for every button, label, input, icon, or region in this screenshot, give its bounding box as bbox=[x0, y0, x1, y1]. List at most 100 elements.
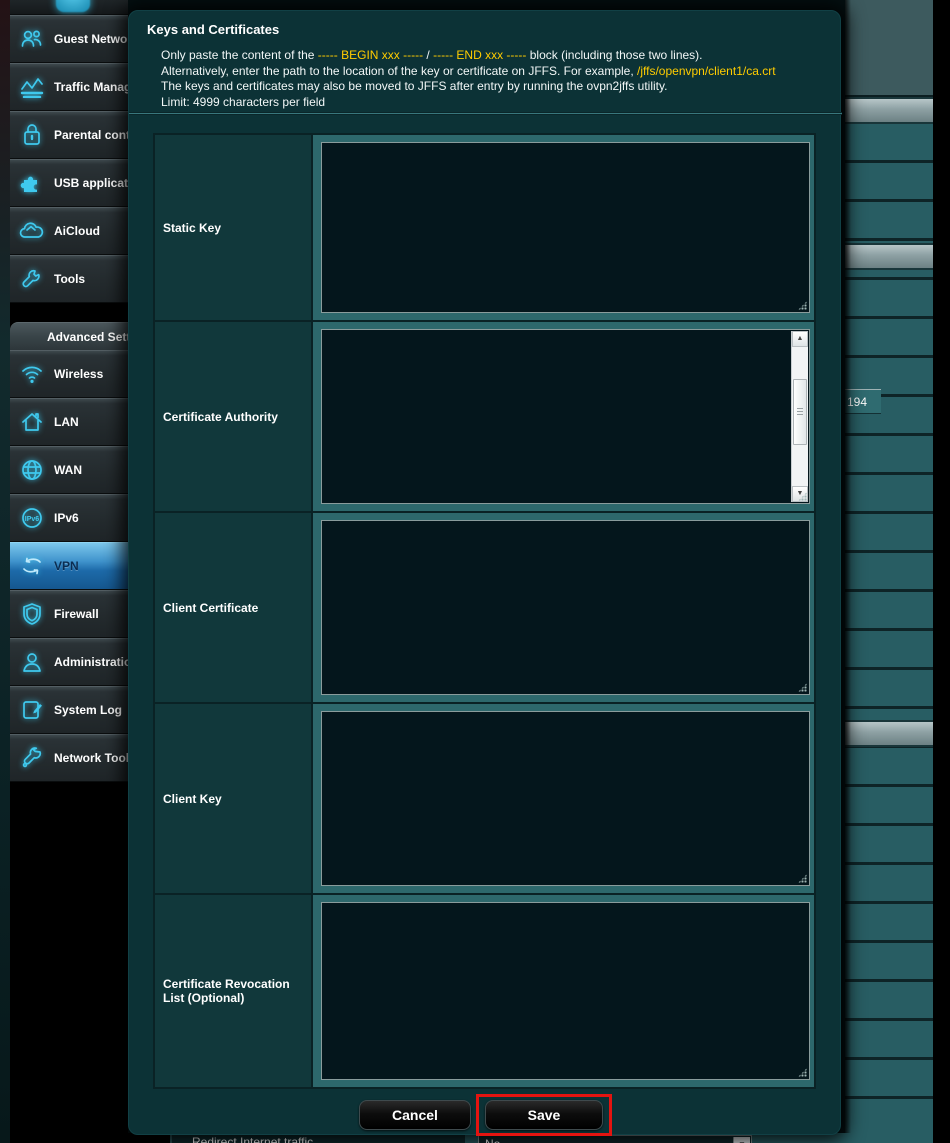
static-key-field-cell bbox=[313, 135, 814, 320]
certificate-revocation-list-textarea[interactable] bbox=[322, 903, 809, 1079]
certificate-revocation-list-label: Certificate Revocation List (Optional) bbox=[155, 895, 313, 1087]
sidebar-item-lan[interactable]: LAN bbox=[10, 398, 128, 446]
section-header-bar bbox=[845, 720, 933, 747]
client-key-textarea[interactable] bbox=[322, 712, 809, 885]
sidebar-section-gap bbox=[10, 303, 128, 322]
sidebar-item-label: Tools bbox=[54, 272, 85, 286]
chevron-down-icon[interactable]: ▼ bbox=[733, 1137, 750, 1143]
shield-icon bbox=[19, 601, 45, 627]
sidebar-item-label: System Log bbox=[54, 703, 122, 717]
static-key-textarea[interactable] bbox=[322, 143, 809, 312]
table-row: Certificate Revocation List (Optional) bbox=[155, 895, 814, 1089]
sidebar-advanced-settings-header: Advanced Settings bbox=[10, 322, 128, 350]
sidebar-footer-space bbox=[10, 782, 128, 1143]
lock-icon bbox=[19, 122, 45, 148]
scroll-up-icon[interactable]: ▲ bbox=[792, 331, 808, 347]
client-key-label: Client Key bbox=[155, 704, 313, 893]
keys-and-certificates-dialog: Keys and Certificates Only paste the con… bbox=[128, 10, 841, 1135]
sidebar-item-administration[interactable]: Administration bbox=[10, 638, 128, 686]
sidebar-item-label: Firewall bbox=[54, 607, 99, 621]
puzzle-icon bbox=[19, 170, 45, 196]
sidebar-nav: Guest Network Traffic Manager Parental c… bbox=[10, 0, 128, 1143]
wrench-icon bbox=[19, 266, 45, 292]
sidebar-item-label: Wireless bbox=[54, 367, 103, 381]
sidebar-item-guest-network[interactable]: Guest Network bbox=[10, 15, 128, 63]
dialog-button-row: Cancel Save bbox=[129, 1094, 842, 1136]
modal-shadow-on-page bbox=[845, 0, 851, 1143]
table-rows-clipped bbox=[845, 124, 933, 1143]
wifi-icon bbox=[19, 361, 45, 387]
table-row: Client Certificate bbox=[155, 513, 814, 704]
static-key-label: Static Key bbox=[155, 135, 313, 320]
scrollbar-thumb[interactable] bbox=[793, 379, 807, 445]
certificate-authority-label: Certificate Authority bbox=[155, 322, 313, 511]
network-wrench-icon bbox=[19, 745, 45, 771]
globe-icon bbox=[19, 457, 45, 483]
instruction-line-3: The keys and certificates may also be mo… bbox=[161, 79, 776, 95]
client-certificate-field-cell bbox=[313, 513, 814, 702]
certificate-authority-field-cell: ▲ ▼ bbox=[313, 322, 814, 511]
ipv6-icon: IPv6 bbox=[19, 505, 45, 531]
vpn-arrows-icon bbox=[19, 553, 45, 579]
sidebar-item-label: Parental control bbox=[54, 128, 128, 142]
partial-icon bbox=[56, 0, 90, 12]
svg-text:IPv6: IPv6 bbox=[25, 516, 40, 523]
sidebar-item-aicloud[interactable]: AiCloud bbox=[10, 207, 128, 255]
sidebar-item-vpn[interactable]: VPN bbox=[10, 542, 128, 590]
save-button[interactable]: Save bbox=[485, 1100, 603, 1130]
client-certificate-textarea[interactable] bbox=[322, 521, 809, 694]
guests-icon bbox=[19, 26, 45, 52]
sidebar-item-label: AiCloud bbox=[54, 224, 100, 238]
redirect-traffic-select[interactable]: No ▼ bbox=[478, 1135, 752, 1143]
table-row: Static Key bbox=[155, 135, 814, 322]
sidebar-item-network-tools[interactable]: Network Tools bbox=[10, 734, 128, 782]
client-certificate-label: Client Certificate bbox=[155, 513, 313, 702]
log-icon bbox=[19, 697, 45, 723]
table-row: Client Key bbox=[155, 704, 814, 895]
dialog-instructions: Only paste the content of the ----- BEGI… bbox=[161, 48, 776, 110]
certificate-authority-textarea[interactable] bbox=[322, 330, 809, 503]
sidebar-item-system-log[interactable]: System Log bbox=[10, 686, 128, 734]
dialog-title: Keys and Certificates bbox=[147, 22, 279, 37]
page-left-edge bbox=[0, 0, 10, 1143]
table-row: Certificate Authority ▲ ▼ bbox=[155, 322, 814, 513]
sidebar-item-wan[interactable]: WAN bbox=[10, 446, 128, 494]
instruction-line-2: Alternatively, enter the path to the loc… bbox=[161, 64, 776, 80]
sidebar-item-parental-control[interactable]: Parental control bbox=[10, 111, 128, 159]
sidebar-item-usb-application[interactable]: USB application bbox=[10, 159, 128, 207]
save-button-highlight-box: Save bbox=[476, 1094, 612, 1136]
section-header-bar bbox=[845, 243, 933, 270]
sidebar-item-label: Guest Network bbox=[54, 32, 128, 46]
select-value: No bbox=[485, 1137, 500, 1143]
cloud-icon bbox=[19, 218, 45, 244]
page-right-edge bbox=[933, 0, 950, 1143]
sidebar-item-tools[interactable]: Tools bbox=[10, 255, 128, 303]
sidebar-item-label: LAN bbox=[54, 415, 79, 429]
sidebar-item-label: Administration bbox=[54, 655, 128, 669]
instruction-line-1: Only paste the content of the ----- BEGI… bbox=[161, 48, 776, 64]
cancel-button[interactable]: Cancel bbox=[359, 1100, 471, 1130]
sidebar-item-ipv6[interactable]: IPv6 IPv6 bbox=[10, 494, 128, 542]
certificate-revocation-list-field-cell bbox=[313, 895, 814, 1087]
sidebar-item-firewall[interactable]: Firewall bbox=[10, 590, 128, 638]
sidebar-item-label: VPN bbox=[54, 559, 79, 573]
sidebar-item-traffic-manager[interactable]: Traffic Manager bbox=[10, 63, 128, 111]
house-icon bbox=[19, 409, 45, 435]
sidebar-item-label: Network Tools bbox=[54, 751, 128, 765]
sidebar-item-label: WAN bbox=[54, 463, 82, 477]
traffic-chart-icon bbox=[19, 74, 45, 100]
sidebar-item-label: IPv6 bbox=[54, 511, 79, 525]
client-key-field-cell bbox=[313, 704, 814, 893]
header-divider bbox=[129, 112, 842, 115]
instruction-line-4: Limit: 4999 characters per field bbox=[161, 95, 776, 111]
sidebar-item-partial[interactable] bbox=[10, 0, 128, 15]
section-header-bar bbox=[845, 97, 933, 124]
sidebar-item-label: Traffic Manager bbox=[54, 80, 128, 94]
sidebar-item-label: USB application bbox=[54, 176, 128, 190]
vertical-scrollbar[interactable]: ▲ ▼ bbox=[791, 331, 808, 502]
sidebar-item-wireless[interactable]: Wireless bbox=[10, 350, 128, 398]
certificates-form-table: Static Key Certificate Authority ▲ bbox=[153, 133, 816, 1089]
person-icon bbox=[19, 649, 45, 675]
page-top-block bbox=[845, 0, 933, 97]
router-admin-screen: Guest Network Traffic Manager Parental c… bbox=[0, 0, 950, 1143]
